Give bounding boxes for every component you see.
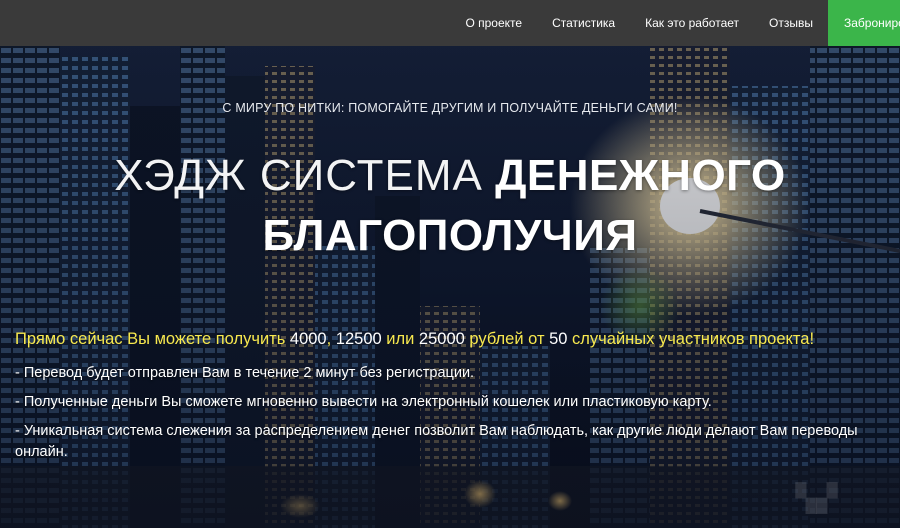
amount-25000: 25000 — [418, 330, 465, 348]
lead-sep-1: , — [326, 330, 336, 348]
feature-item-tracking: - Уникальная система слежения за распред… — [15, 423, 858, 460]
feature-item-transfer: - Перевод будет отправлен Вам в течение … — [15, 365, 475, 381]
watermark-logo: ▚▞ — [796, 483, 838, 513]
nav-item-about[interactable]: О проекте — [450, 0, 537, 46]
top-nav-bar: О проекте Статистика Как это работает От… — [0, 0, 900, 46]
lead-sep-2: или — [381, 330, 419, 348]
lead-text-3: случайных участников проекта! — [567, 330, 815, 348]
feature-item-withdraw: - Полученные деньги Вы сможете мгновенно… — [15, 394, 712, 410]
lead-text-2: рублей от — [464, 330, 550, 348]
amount-4000: 4000 — [289, 330, 327, 348]
lead-text-1: Прямо сейчас Вы можете получить — [15, 330, 290, 348]
page: О проекте Статистика Как это работает От… — [0, 0, 900, 528]
offer-section: Прямо сейчас Вы можете получить 4000, 12… — [15, 327, 895, 471]
nav-item-how-it-works[interactable]: Как это работает — [630, 0, 754, 46]
amount-50: 50 — [549, 330, 568, 348]
nav-item-statistics[interactable]: Статистика — [537, 0, 630, 46]
offer-lead: Прямо сейчас Вы можете получить 4000, 12… — [15, 327, 895, 352]
nav-item-reviews[interactable]: Отзывы — [754, 0, 828, 46]
book-button[interactable]: Забронировать — [828, 0, 900, 46]
main-nav: О проекте Статистика Как это работает От… — [450, 0, 900, 46]
headline-light-part: ХЭДЖ СИСТЕМА — [114, 151, 483, 200]
hero-tagline: С МИРУ ПО НИТКИ: ПОМОГАЙТЕ ДРУГИМ И ПОЛУ… — [222, 101, 678, 115]
amount-12500: 12500 — [335, 330, 382, 348]
hero-headline: ХЭДЖ СИСТЕМА ДЕНЕЖНОГО БЛАГОПОЛУЧИЯ — [0, 146, 900, 266]
